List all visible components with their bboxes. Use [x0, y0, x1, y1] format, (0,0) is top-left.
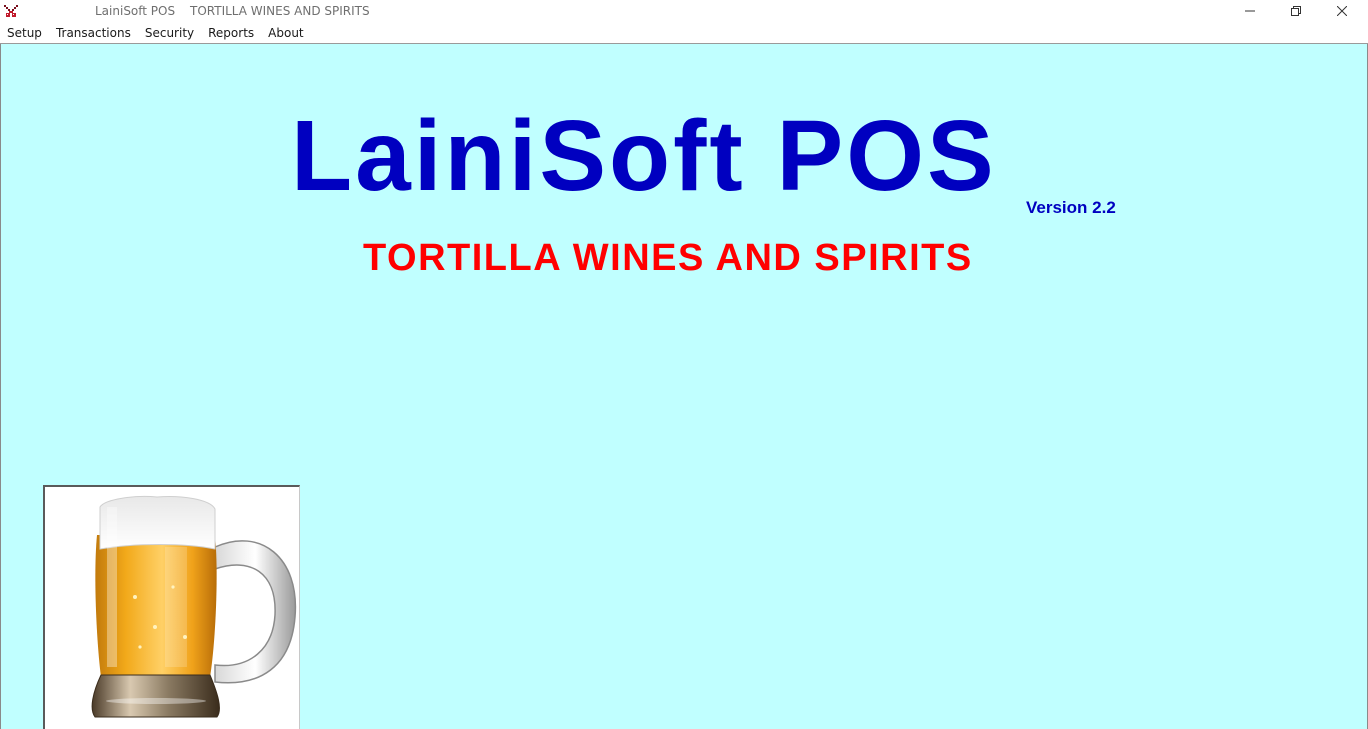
- version-label: Version 2.2: [1026, 198, 1116, 217]
- window-title-app: LainiSoft POS: [95, 4, 176, 18]
- title-bar[interactable]: LainiSoft POS TORTILLA WINES AND SPIRITS: [0, 0, 1368, 23]
- menu-setup[interactable]: Setup: [0, 23, 49, 43]
- app-window: LainiSoft POS TORTILLA WINES AND SPIRITS…: [0, 0, 1368, 729]
- restore-icon: [1291, 6, 1301, 16]
- restore-button[interactable]: [1273, 0, 1319, 22]
- menu-bar: Setup Transactions Security Reports Abou…: [0, 23, 1368, 44]
- close-icon: [1337, 6, 1347, 16]
- beer-image-frame: [43, 485, 300, 729]
- store-name: TORTILLA WINES AND SPIRITS: [363, 237, 973, 279]
- main-splash-area: LainiSoft POS Version 2.2 TORTILLA WINES…: [0, 44, 1368, 729]
- menu-transactions[interactable]: Transactions: [49, 23, 138, 43]
- beer-mug-icon: [91, 496, 297, 718]
- menu-security[interactable]: Security: [138, 23, 201, 43]
- menu-reports[interactable]: Reports: [201, 23, 261, 43]
- minimize-button[interactable]: [1227, 0, 1273, 22]
- app-icon[interactable]: [3, 3, 19, 19]
- minimize-icon: [1245, 10, 1255, 12]
- app-title: LainiSoft POS: [291, 100, 997, 212]
- menu-about[interactable]: About: [261, 23, 310, 43]
- window-title-store: TORTILLA WINES AND SPIRITS: [190, 4, 370, 18]
- close-button[interactable]: [1319, 0, 1365, 22]
